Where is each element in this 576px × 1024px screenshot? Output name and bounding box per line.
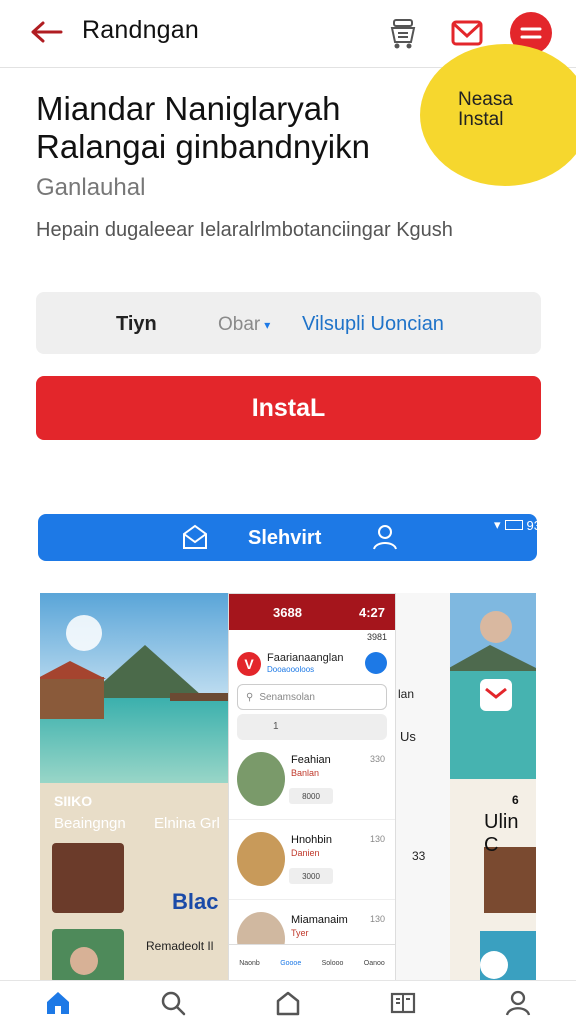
bottom-navigation [0,980,576,1024]
info-row: Tiyn Obar ▾ Vilsupli Uoncian [36,292,541,354]
list-item-meta: 130 [369,914,385,924]
screenshot-left[interactable]: SIIKO Beaingngn Elnina Grl Blac Remadeol… [40,593,236,983]
list-item-title: Feahian [291,754,331,766]
search-icon: ⚲ [246,691,254,703]
phone-search-input[interactable]: ⚲ Senamsolan [237,684,387,710]
gallery-left-caption-5: Remadeolt Il [146,939,214,953]
gallery-right-caption: Ulin C [484,811,519,856]
info-dropdown-value: Obar [218,314,261,335]
avatar [237,832,285,886]
back-arrow-icon[interactable] [26,14,66,50]
phone-tab-third[interactable]: Solooo [322,960,344,967]
phone-sub-status-text: 3981 [366,632,387,642]
status-value: 93 [526,517,541,533]
phone-time-left: 3688 [273,604,302,620]
phone-filter-text: 1 [273,721,279,732]
screenshot-gallery[interactable]: SIIKO Beaingngn Elnina Grl Blac Remadeol… [40,593,536,983]
phone-time-right: 4:27 [358,604,385,620]
gallery-left-caption-4: Blac [172,889,219,914]
gallery-middle-strip: lan Us 33 [396,593,450,983]
library-icon[interactable] [268,983,308,1023]
gallery-left-caption-3: Elnina Grl [154,815,220,832]
list-item-title: Hnohbin [291,834,332,846]
book-icon[interactable] [383,983,423,1023]
list-item-meta: 330 [369,754,385,764]
cart-icon[interactable] [384,14,422,52]
chevron-down-icon: ▾ [264,318,271,332]
phone-status-bar: 3688 4:27 [229,594,395,630]
app-title: Randngan [82,16,199,44]
gallery-left-caption-2: Beaingngn [54,815,126,832]
status-indicators: ▾ 93 [494,517,541,533]
info-link[interactable]: Vilsupli Uoncian [302,313,444,336]
gallery-left-caption-1: SIIKO [54,793,93,809]
phone-filter-bar[interactable]: 1 [237,714,387,740]
avatar [237,752,285,806]
list-item-subtitle: Danien [291,848,320,858]
list-item-title: Miamanaim [291,914,348,926]
phone-sub-status: 3981 [229,630,395,644]
user-icon [370,522,400,552]
phone-tab-bar: Naonb Goooe Solooo Oanoo [229,944,395,982]
home-icon[interactable] [38,983,78,1023]
feature-banner[interactable]: Slehvirt ▾ 93 [38,514,541,561]
phone-app-header: V Faarianaanglan Dooaoooloos [229,644,395,680]
wifi-icon: ▾ [494,517,501,532]
battery-icon [504,520,523,530]
gallery-right-caption-2: 6 [512,793,519,807]
gallery-middle-caption-2: Us [400,729,416,744]
list-item[interactable]: Hnohbin Danien 130 3000 [229,820,395,900]
app-headline: Miandar Naniglaryah Ralangai ginbandnyik… [36,90,370,165]
info-dropdown[interactable]: Obar ▾ [218,314,270,336]
phone-tab-home[interactable]: Naonb [239,960,260,967]
list-item[interactable]: Feahian Banlan 330 8000 [229,740,395,820]
banner-label: Slehvirt [248,527,322,549]
gallery-middle-caption: lan [398,687,415,701]
info-label: Tiyn [116,313,157,335]
list-item-chip: 8000 [289,788,333,804]
profile-icon[interactable] [498,983,538,1023]
phone-tab-second[interactable]: Goooe [280,960,301,967]
arrow-right-icon[interactable] [365,652,387,674]
gallery-middle-caption-3: 33 [412,849,426,863]
install-button[interactable]: InstaL [36,376,541,440]
search-icon[interactable] [153,983,193,1023]
list-item-chip: 3000 [289,868,333,884]
screenshot-right[interactable]: Ulin C 6 [450,593,536,983]
list-item-meta: 130 [369,834,385,844]
mail-open-icon [180,522,210,552]
app-subheading: Ganlauhal [36,174,146,201]
list-item-subtitle: Banlan [291,768,320,778]
phone-tab-fourth[interactable]: Oanoo [364,960,385,967]
phone-app-title: Faarianaanglan [267,652,344,664]
phone-screenshot[interactable]: 3688 4:27 3981 V Faarianaanglan Dooaoool… [228,593,396,983]
list-item-subtitle: Tyer [291,928,309,938]
phone-app-subtitle: Dooaoooloos [267,665,315,674]
app-logo-icon: V [237,652,261,676]
phone-search-placeholder: Senamsolan [259,691,315,703]
app-description: Hepain dugaleear Ielaralrlmbotanciingar … [36,219,453,241]
sticker-label: Neasa Instal [458,89,513,130]
